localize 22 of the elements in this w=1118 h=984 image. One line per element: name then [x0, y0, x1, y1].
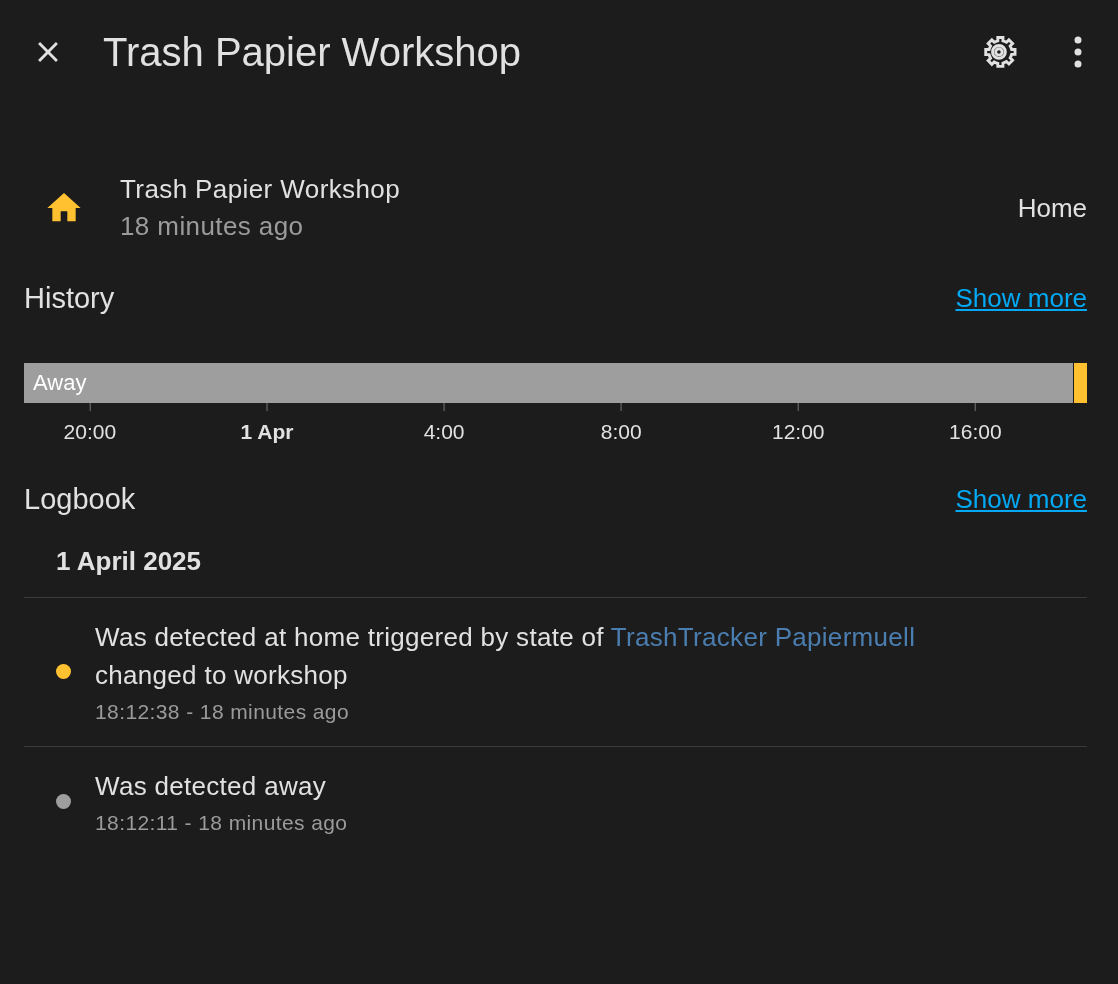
more-options-icon[interactable]	[1074, 36, 1082, 68]
axis-label: 20:00	[63, 420, 117, 444]
log-message: Was detected at home triggered by state of TrashTracker Papiermuell changed to workshop	[95, 621, 917, 692]
last-changed-time: 18 minutes ago	[120, 211, 305, 242]
axis-label: 8:00	[600, 420, 642, 444]
entity-state: Home	[1017, 192, 1087, 224]
show-more-link[interactable]: Show more	[955, 484, 1087, 515]
axis-label: 4:00	[423, 420, 465, 444]
log-message: Was detected away	[95, 770, 328, 803]
show-more-link[interactable]: Show more	[955, 283, 1087, 314]
axis-label: 1 Apr	[240, 420, 294, 444]
section-title: Logbook	[24, 483, 136, 516]
log-time: 18:12:38 - 18 minutes ago	[95, 700, 350, 724]
section-title: History	[24, 282, 115, 315]
dialog-title: Trash Papier Workshop	[103, 29, 522, 75]
axis-label: 12:00	[772, 420, 825, 444]
log-time: 18:12:11 - 18 minutes ago	[95, 811, 348, 835]
date-heading: 1 April 2025	[24, 516, 1087, 598]
segment-label: Away	[32, 370, 87, 396]
entity-link[interactable]: TrashTracker Papiermuell	[610, 622, 916, 652]
axis-label: 16:00	[949, 420, 1002, 444]
entity-name: Trash Papier Workshop	[120, 174, 402, 205]
